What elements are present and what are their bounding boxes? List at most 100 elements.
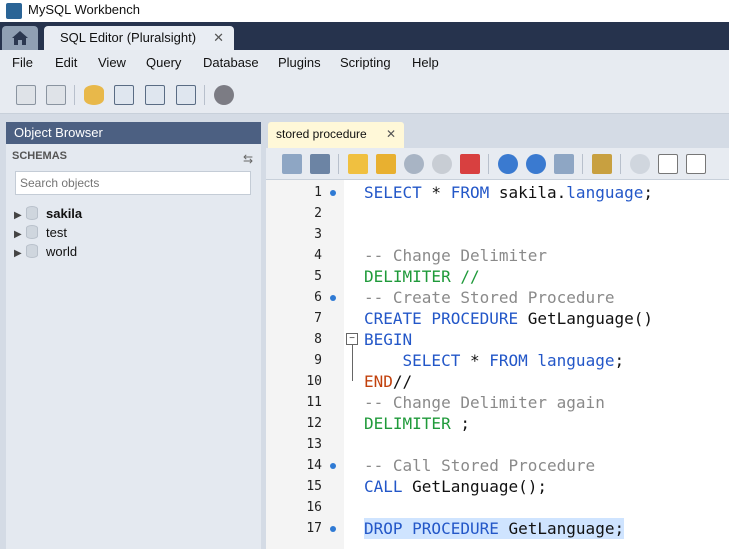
find-icon[interactable] [630, 154, 650, 174]
code-token: CALL [364, 477, 403, 496]
selected-code: DROP PROCEDURE GetLanguage; [364, 518, 625, 539]
expand-arrow-icon[interactable]: ▶ [14, 207, 26, 225]
toolbar-separator [338, 154, 339, 174]
editor-tab-strip: stored procedure ✕ [266, 122, 729, 148]
sql-editor-tab[interactable]: SQL Editor (Pluralsight) ✕ [44, 26, 234, 50]
code-token: GetLanguage() [518, 309, 653, 328]
code-token: GetLanguage(); [402, 477, 548, 496]
code-line: 16 [266, 497, 729, 518]
menu-plugins[interactable]: Plugins [278, 55, 321, 70]
code-token: language [566, 183, 644, 202]
refresh-icon[interactable]: ⇆ [243, 152, 253, 166]
stop-icon[interactable] [432, 154, 452, 174]
execute-current-icon[interactable] [376, 154, 396, 174]
database-icon [26, 244, 38, 258]
code-token: ; [614, 351, 625, 370]
create-routine-icon[interactable] [176, 85, 196, 105]
line-number: 7 [314, 311, 322, 326]
statement-marker-icon [330, 526, 336, 532]
open-sql-file-icon[interactable] [46, 85, 66, 105]
window-title: MySQL Workbench [28, 2, 140, 17]
window-title-bar: MySQL Workbench [0, 0, 729, 22]
code-line: 10 END// [266, 371, 729, 392]
rollback-icon[interactable] [526, 154, 546, 174]
invisible-chars-icon[interactable] [658, 154, 678, 174]
code-line: 1 SELECT * FROM sakila.language; [266, 182, 729, 203]
word-wrap-icon[interactable] [686, 154, 706, 174]
code-line: 6 -- Create Stored Procedure [266, 287, 729, 308]
reconnect-icon[interactable] [214, 85, 234, 105]
create-table-icon[interactable] [114, 85, 134, 105]
editor-tab-stored-procedure[interactable]: stored procedure ✕ [268, 122, 404, 148]
code-line: 4 -- Change Delimiter [266, 245, 729, 266]
execute-icon[interactable] [348, 154, 368, 174]
code-comment: -- Change Delimiter [364, 246, 548, 265]
code-line: 7 CREATE PROCEDURE GetLanguage() [266, 308, 729, 329]
line-number: 10 [306, 374, 322, 389]
commit-icon[interactable] [498, 154, 518, 174]
code-token: sakila. [489, 183, 567, 202]
code-comment: -- Call Stored Procedure [364, 456, 596, 475]
schema-label: world [46, 244, 78, 259]
code-line: 12 DELIMITER ; [266, 413, 729, 434]
menu-help[interactable]: Help [412, 55, 439, 70]
code-editor[interactable]: 1 SELECT * FROM sakila.language; 2 3 4 -… [266, 180, 729, 549]
create-schema-icon[interactable] [84, 85, 104, 105]
toggle-error-icon[interactable] [460, 154, 480, 174]
code-token: FROM [489, 351, 528, 370]
fold-toggle-icon[interactable]: − [346, 333, 358, 345]
explain-icon[interactable] [404, 154, 424, 174]
line-number: 5 [314, 269, 322, 284]
code-token: ; [643, 183, 653, 202]
open-file-icon[interactable] [282, 154, 302, 174]
code-line: 3 [266, 224, 729, 245]
object-browser-panel: Object Browser SCHEMAS ⇆ ▶ sakila ▶ test ▶… [6, 122, 261, 549]
close-icon[interactable]: ✕ [386, 122, 396, 146]
database-icon [26, 225, 38, 239]
schema-item-world[interactable]: ▶ world [14, 243, 77, 261]
line-number: 9 [314, 353, 322, 368]
code-token: SELECT [364, 183, 422, 202]
code-line: 8 − BEGIN [266, 329, 729, 350]
code-line: 9 SELECT * FROM language; [266, 350, 729, 371]
line-number: 6 [314, 290, 322, 305]
expand-arrow-icon[interactable]: ▶ [14, 245, 26, 263]
menu-database[interactable]: Database [203, 55, 259, 70]
search-input[interactable] [15, 171, 251, 195]
home-icon [12, 31, 28, 45]
code-token: PROCEDURE [421, 309, 519, 328]
menu-edit[interactable]: Edit [55, 55, 77, 70]
code-token: GetLanguage; [498, 519, 625, 538]
line-number: 16 [306, 500, 322, 515]
code-line: 15 CALL GetLanguage(); [266, 476, 729, 497]
menu-query[interactable]: Query [146, 55, 181, 70]
menu-view[interactable]: View [98, 55, 126, 70]
schema-item-sakila[interactable]: ▶ sakila [14, 205, 82, 223]
work-area: Object Browser SCHEMAS ⇆ ▶ sakila ▶ test ▶… [0, 114, 729, 549]
code-token: DROP [364, 519, 403, 538]
code-token: * [460, 351, 490, 370]
beautify-icon[interactable] [592, 154, 612, 174]
menu-file[interactable]: File [12, 55, 33, 70]
home-tab[interactable] [2, 26, 38, 50]
line-number: 12 [306, 416, 322, 431]
code-comment: -- Create Stored Procedure [364, 288, 615, 307]
menu-scripting[interactable]: Scripting [340, 55, 391, 70]
expand-arrow-icon[interactable]: ▶ [14, 226, 26, 244]
save-icon[interactable] [310, 154, 330, 174]
line-number: 13 [306, 437, 322, 452]
create-view-icon[interactable] [145, 85, 165, 105]
statement-marker-icon [330, 295, 336, 301]
code-token: BEGIN [364, 330, 413, 349]
autocommit-icon[interactable] [554, 154, 574, 174]
code-comment: -- Change Delimiter again [364, 393, 605, 412]
new-sql-tab-icon[interactable] [16, 85, 36, 105]
line-number: 1 [314, 185, 322, 200]
line-number: 4 [314, 248, 322, 263]
close-icon[interactable]: ✕ [213, 26, 224, 50]
schema-item-test[interactable]: ▶ test [14, 224, 67, 242]
code-token: language [527, 351, 615, 370]
code-token: CREATE [364, 309, 422, 328]
code-token: * [421, 183, 451, 202]
toolbar-separator [488, 154, 489, 174]
